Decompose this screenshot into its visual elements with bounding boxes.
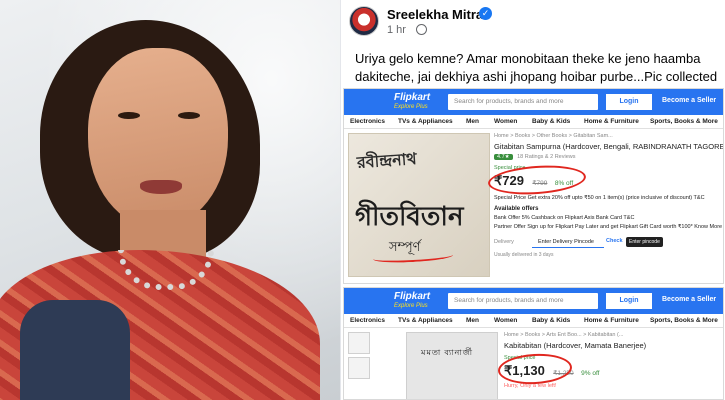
thumbnail-column — [348, 332, 370, 382]
product-thumbnail — [348, 332, 370, 354]
flipkart-logo: Flipkart — [394, 92, 431, 103]
product-title: Gitabitan Sampurna (Hardcover, Bengali, … — [494, 142, 724, 151]
photo-blouse — [20, 300, 130, 400]
login-button: Login — [606, 293, 652, 309]
cover-author-text: রবীন্দ্রনাথ — [356, 148, 418, 173]
photo-eye-left — [118, 112, 140, 119]
profile-photo — [0, 0, 340, 400]
post-caption: Uriya gelo kemne? Amar monobitaan theke … — [355, 51, 718, 84]
category-tvs: TVs & Appliances — [398, 118, 453, 125]
verified-badge-icon: ✓ — [479, 7, 492, 20]
category-bar: Electronics TVs & Appliances Men Women B… — [344, 115, 723, 129]
product2-info: Home > Books > Arts Ent Boo... > Kabitab… — [497, 332, 723, 389]
delivery-note: Usually delivered in 3 days — [494, 252, 554, 258]
offer-line: Special Price Get extra 20% off upto ₹50… — [494, 195, 705, 201]
cover-title-text: গীতবিতান — [355, 202, 464, 232]
price-row: ₹1,130 ₹1,250 9% off — [497, 352, 723, 386]
rating-badge: 4.7★ — [494, 154, 513, 160]
red-underline-annotation — [372, 249, 454, 265]
category-women: Women — [494, 118, 518, 125]
breadcrumb: Home > Books > Other Books > Gitabitan S… — [494, 133, 613, 139]
flipkart-header: Flipkart Explore Plus Search for product… — [344, 89, 723, 115]
category-baby-kids: Baby & Kids — [532, 118, 571, 125]
ratings-count: 18 Ratings & 2 Reviews — [517, 154, 576, 160]
check-button: Check — [606, 238, 623, 244]
photo-eye-right — [178, 112, 200, 119]
discount: 9% off — [581, 370, 600, 377]
category-home-furniture: Home & Furniture — [584, 118, 639, 125]
photo-lips — [140, 180, 182, 194]
become-seller-link: Become a Seller — [662, 296, 717, 303]
category-home-furniture: Home & Furniture — [584, 317, 639, 324]
delivery-row: Delivery Enter Delivery Pincode Check En… — [494, 237, 723, 249]
rating-row: 4.7★ 18 Ratings & 2 Reviews — [494, 154, 723, 160]
flipkart-screenshot-1: Flipkart Explore Plus Search for product… — [343, 88, 724, 284]
pincode-input: Enter Delivery Pincode — [532, 237, 604, 248]
category-electronics: Electronics — [350, 317, 386, 324]
category-electronics: Electronics — [350, 118, 386, 125]
price-row: ₹729 ₹799 8% off — [487, 162, 723, 198]
become-seller-link: Become a Seller — [662, 97, 717, 104]
flipkart-tagline: Explore Plus — [394, 104, 428, 110]
globe-icon — [416, 24, 427, 35]
offer-line: Bank Offer 5% Cashback on Flipkart Axis … — [494, 215, 635, 221]
flipkart-header: Flipkart Explore Plus Search for product… — [344, 288, 723, 314]
author-name[interactable]: Sreelekha Mitra — [387, 7, 483, 22]
pincode-tooltip: Enter pincode — [626, 237, 663, 247]
category-sports-books: Sports, Books & More — [650, 317, 718, 324]
gitabitan-book-cover: রবীন্দ্রনাথ গীতবিতান সম্পূর্ণ — [348, 133, 490, 277]
category-women: Women — [494, 317, 518, 324]
delivery-label: Delivery — [494, 239, 514, 245]
flipkart-screenshot-2: Flipkart Explore Plus Search for product… — [343, 287, 724, 400]
search-input: Search for products, brands and more — [448, 94, 598, 110]
product1-info: Home > Books > Other Books > Gitabitan S… — [487, 133, 724, 258]
breadcrumb: Home > Books > Arts Ent Boo... > Kabitab… — [504, 332, 624, 338]
category-men: Men — [466, 118, 479, 125]
author-avatar[interactable] — [349, 6, 379, 36]
post-header: Sreelekha Mitra ✓ 1 hr — [341, 0, 725, 44]
category-men: Men — [466, 317, 479, 324]
product-thumbnail — [348, 357, 370, 379]
category-tvs: TVs & Appliances — [398, 317, 453, 324]
offer-line: Partner Offer Sign up for Flipkart Pay L… — [494, 224, 723, 230]
facebook-post: Sreelekha Mitra ✓ 1 hr Uriya gelo kemne?… — [340, 0, 725, 400]
kabitabitan-book-cover: মমতা ব্যানার্জী — [406, 332, 498, 399]
cover-title-text: মমতা ব্যানার্জী — [421, 348, 474, 357]
login-button: Login — [606, 94, 652, 110]
product-title: Kabitabitan (Hardcover, Mamata Banerjee) — [504, 341, 647, 350]
category-baby-kids: Baby & Kids — [532, 317, 571, 324]
flipkart-logo: Flipkart — [394, 291, 431, 302]
flipkart-tagline: Explore Plus — [394, 303, 428, 309]
search-input: Search for products, brands and more — [448, 293, 598, 309]
photo-face — [88, 48, 228, 228]
category-bar: Electronics TVs & Appliances Men Women B… — [344, 314, 723, 328]
post-timestamp[interactable]: 1 hr — [387, 24, 406, 36]
available-offers-heading: Available offers — [494, 206, 539, 212]
category-sports-books: Sports, Books & More — [650, 118, 718, 125]
